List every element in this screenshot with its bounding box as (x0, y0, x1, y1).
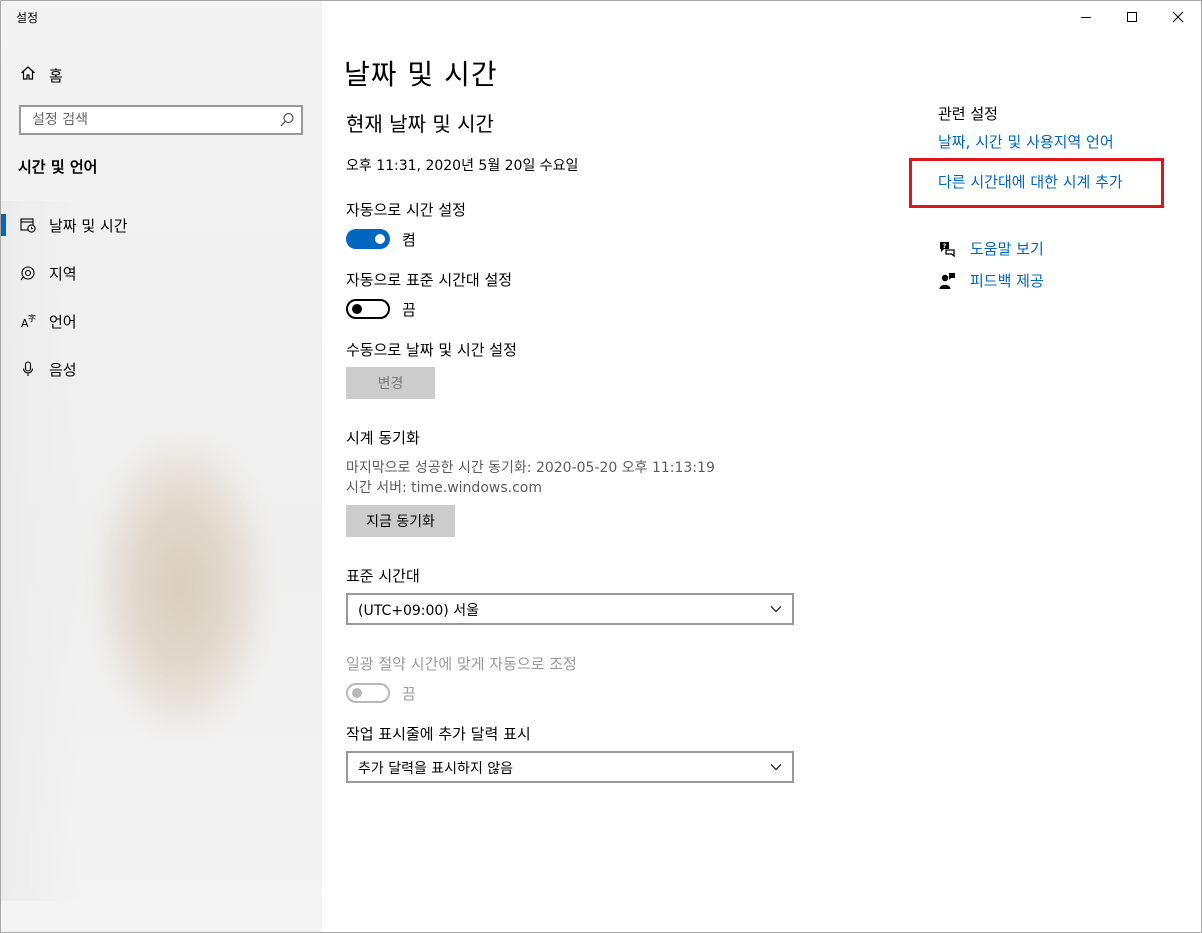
sidebar: 설정 홈 시간 및 언어 날짜 및 시간 지역 (1, 1, 322, 932)
home-nav-item[interactable]: 홈 (19, 63, 63, 87)
settings-window: 설정 홈 시간 및 언어 날짜 및 시간 지역 (0, 0, 1202, 933)
timezone-label: 표준 시간대 (346, 567, 420, 585)
related-settings-title: 관련 설정 (938, 105, 998, 123)
time-server-text: 시간 서버: time.windows.com (346, 480, 542, 496)
manual-set-label: 수동으로 날짜 및 시간 설정 (346, 341, 517, 359)
add-clocks-link[interactable]: 다른 시간대에 대한 시계 추가 (938, 171, 1123, 192)
page-title: 날짜 및 시간 (344, 58, 498, 91)
auto-timezone-label: 자동으로 표준 시간대 설정 (346, 271, 513, 289)
timezone-value: (UTC+09:00) 서울 (358, 603, 479, 619)
main-content: 날짜 및 시간 현재 날짜 및 시간 오후 11:31, 2020년 5월 20… (322, 1, 1201, 932)
feedback-icon (938, 272, 956, 290)
sidebar-background-blur (96, 441, 266, 731)
auto-timezone-toggle[interactable] (346, 299, 390, 319)
last-sync-text: 마지막으로 성공한 시간 동기화: 2020-05-20 오후 11:13:19 (346, 460, 715, 476)
get-help-label: 도움말 보기 (970, 240, 1044, 258)
svg-text:?: ? (943, 243, 947, 250)
region-icon (20, 265, 36, 281)
chevron-down-icon (770, 764, 782, 771)
chevron-down-icon (770, 606, 782, 613)
sync-now-button[interactable]: 지금 동기화 (346, 505, 455, 537)
dst-toggle[interactable] (346, 683, 390, 703)
timezone-select[interactable]: (UTC+09:00) 서울 (346, 593, 794, 625)
auto-time-toggle[interactable] (346, 229, 390, 249)
sidebar-section-title: 시간 및 언어 (18, 158, 98, 176)
search-box[interactable] (19, 105, 303, 135)
search-input[interactable] (30, 111, 274, 129)
sidebar-item-label: 음성 (49, 360, 77, 379)
sidebar-item-label: 언어 (49, 312, 77, 331)
auto-time-label: 자동으로 시간 설정 (346, 201, 466, 219)
region-language-link[interactable]: 날짜, 시간 및 사용지역 언어 (938, 131, 1114, 152)
clock-sync-title: 시계 동기화 (346, 429, 420, 447)
calendar-label: 작업 표시줄에 추가 달력 표시 (346, 725, 531, 743)
home-label: 홈 (49, 66, 63, 85)
dst-state: 끔 (402, 685, 416, 703)
home-icon (19, 65, 37, 85)
calendar-value: 추가 달력을 표시하지 않음 (358, 761, 514, 777)
auto-time-state: 켬 (402, 231, 416, 249)
get-help-link[interactable]: ? 도움말 보기 (938, 238, 1044, 259)
microphone-icon (20, 361, 36, 377)
section-title: 현재 날짜 및 시간 (346, 112, 494, 136)
help-chat-icon: ? (938, 240, 956, 258)
dst-label: 일광 절약 시간에 맞게 자동으로 조정 (346, 655, 577, 673)
give-feedback-label: 피드백 제공 (970, 272, 1044, 290)
language-icon: A字 (20, 313, 36, 329)
change-button[interactable]: 변경 (346, 367, 435, 399)
sidebar-item-label: 지역 (49, 264, 77, 283)
app-title: 설정 (16, 11, 39, 25)
auto-timezone-state: 끔 (402, 301, 416, 319)
svg-text:字: 字 (28, 313, 36, 323)
sidebar-item-speech[interactable]: 음성 (1, 347, 321, 391)
current-datetime: 오후 11:31, 2020년 5월 20일 수요일 (346, 158, 579, 174)
calendar-select[interactable]: 추가 달력을 표시하지 않음 (346, 751, 794, 783)
sidebar-item-label: 날짜 및 시간 (49, 216, 128, 235)
date-time-icon (20, 217, 36, 233)
sidebar-item-language[interactable]: A字 언어 (1, 299, 321, 343)
search-icon[interactable] (279, 111, 295, 129)
sidebar-item-region[interactable]: 지역 (1, 251, 321, 295)
give-feedback-link[interactable]: 피드백 제공 (938, 270, 1044, 291)
sidebar-item-date-time[interactable]: 날짜 및 시간 (1, 203, 321, 247)
